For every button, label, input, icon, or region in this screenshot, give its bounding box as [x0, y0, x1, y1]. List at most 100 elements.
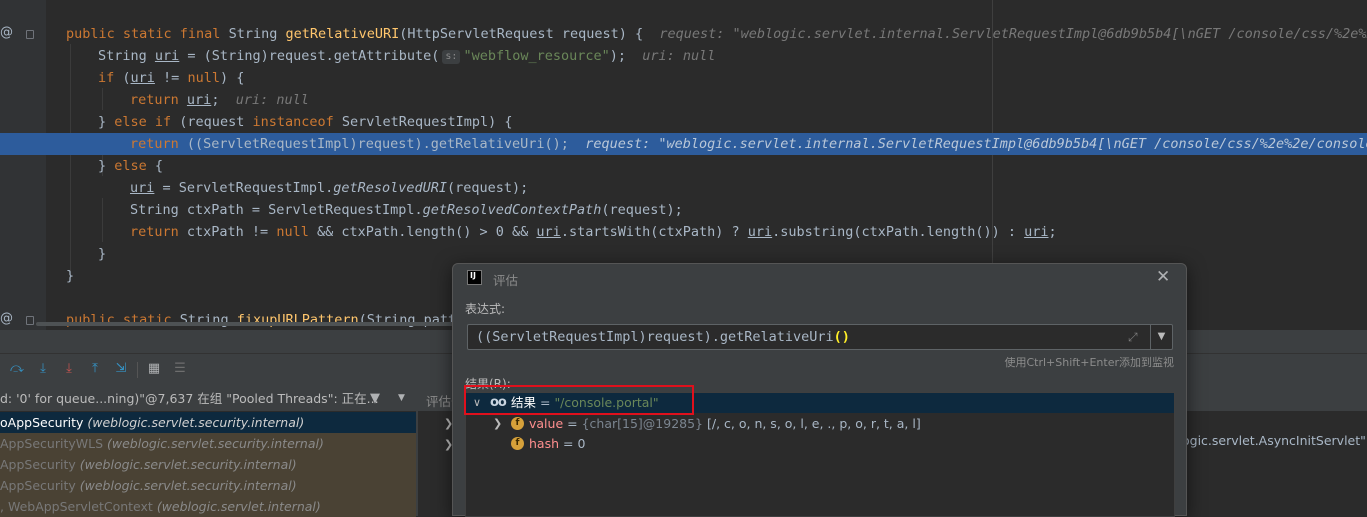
variable: uri — [130, 70, 155, 86]
step-into-icon[interactable]: ⤓ — [35, 361, 51, 377]
dialog-title: 评估 — [493, 273, 519, 288]
frame-method: AppSecurity — [0, 478, 76, 493]
expression-label: 表达式: — [465, 302, 506, 316]
code-text: ctxPath != — [178, 224, 277, 240]
code-text: ; — [1048, 224, 1057, 240]
result-tree: ∨ oo 结果 = "/console.portal" ❯ f value = … — [465, 392, 1175, 517]
step-out-icon[interactable]: ⤒ — [87, 361, 103, 377]
horizontal-scrollbar[interactable] — [36, 322, 456, 326]
expand-icon[interactable]: ⤢ — [1128, 330, 1138, 345]
inline-debug-value: uri: null — [235, 92, 309, 108]
code-line: } else if (request instanceof ServletReq… — [0, 111, 1367, 133]
step-over-icon[interactable]: ⤼ — [9, 361, 25, 377]
code-text: .substring(ctxPath.length()) : — [772, 224, 1025, 240]
frame-package: (weblogic.servlet.security.internal) — [87, 415, 305, 430]
code-text: (request); — [447, 180, 529, 196]
code-line: public static final String getRelativeUR… — [0, 23, 1367, 45]
chevron-down-icon[interactable]: ∨ — [473, 393, 481, 413]
code-text: String — [98, 48, 155, 64]
result-label: 结果(R): — [465, 377, 511, 391]
keyword: null — [276, 224, 309, 240]
current-execution-line: return ((ServletRequestImpl)request).get… — [0, 133, 1367, 155]
frame-package: (weblogic.servlet.security.internal) — [79, 478, 297, 493]
code-text: } — [66, 268, 75, 284]
keyword: instanceof — [252, 114, 334, 130]
code-text: (request — [171, 114, 253, 130]
toolbar-separator — [137, 362, 138, 378]
result-root-row[interactable]: ∨ oo 结果 = "/console.portal" — [466, 393, 1174, 413]
code-text: ServletRequestImpl) { — [333, 114, 513, 130]
code-line: } else { — [0, 155, 1367, 177]
frame-method: AppSecurityWLS — [0, 436, 104, 451]
code-line: uri = ServletRequestImpl.getResolvedURI(… — [0, 177, 1367, 199]
parameter-hint: s: — [442, 50, 461, 64]
code-text: (request); — [601, 202, 683, 218]
chevron-right-icon[interactable]: ❯ — [493, 414, 502, 434]
object-id: {char[15]@19285} — [581, 416, 704, 431]
code-text: (HttpServletRequest request) { — [399, 26, 644, 42]
tree-row[interactable]: f hash = 0 — [466, 434, 1174, 454]
close-icon[interactable]: ✕ — [1156, 267, 1170, 287]
code-text: = (String)request.getAttribute( — [179, 48, 440, 64]
keyword: if — [98, 70, 115, 86]
list-item[interactable]: , WebAppServletContext (weblogic.servlet… — [0, 496, 416, 517]
thread-selector[interactable]: d: '0' for queue...ning)"@7,637 在组 "Pool… — [0, 386, 416, 412]
list-item[interactable]: oAppSecurity (weblogic.servlet.security.… — [0, 412, 416, 433]
frames-list: oAppSecurity (weblogic.servlet.security.… — [0, 412, 416, 517]
watch-glasses-icon: oo — [490, 395, 507, 410]
frame-method: , WebAppServletContext — [0, 499, 153, 514]
run-to-cursor-icon[interactable]: ⇲ — [113, 361, 129, 377]
string-literal: "webflow_resource" — [463, 48, 610, 64]
keyword: else if — [114, 114, 172, 130]
list-item[interactable]: AppSecurityWLS (weblogic.servlet.securit… — [0, 433, 416, 454]
frame-package: (weblogic.servlet.security.internal) — [79, 457, 297, 472]
field-icon: f — [511, 437, 524, 450]
code-text: } — [98, 246, 107, 262]
static-method: getResolvedURI — [333, 180, 447, 196]
variable: uri — [130, 180, 155, 196]
list-item[interactable]: AppSecurity (weblogic.servlet.security.i… — [0, 454, 416, 475]
field-value: [/, c, o, n, s, o, l, e, ., p, o, r, t, … — [703, 416, 921, 431]
code-text: ( — [114, 70, 131, 86]
code-text: ); — [609, 48, 627, 64]
force-step-into-icon[interactable]: ⤓ — [61, 361, 77, 377]
tree-row[interactable]: ❯ f value = {char[15]@19285} [/, c, o, n… — [466, 414, 1174, 434]
expression-input[interactable]: ((ServletRequestImpl)request).getRelativ… — [467, 324, 1173, 350]
field-value: 0 — [577, 436, 586, 451]
add-watch-hint: 使用Ctrl+Shift+Enter添加到监视 — [1004, 356, 1174, 369]
variable: uri — [186, 92, 212, 108]
history-dropdown-button[interactable]: ▼ — [1150, 325, 1172, 349]
variable: uri — [154, 48, 180, 64]
list-item[interactable]: AppSecurity (weblogic.servlet.security.i… — [0, 475, 416, 496]
equals-sign: = — [563, 416, 582, 431]
inline-debug-value: request: "weblogic.servlet.internal.Serv… — [659, 26, 1367, 42]
field-icon: f — [511, 417, 524, 430]
code-line: return uri; uri: null — [0, 89, 1367, 111]
keyword: public static final — [66, 26, 221, 42]
dialog-titlebar[interactable]: IJ 评估 ✕ — [453, 264, 1186, 292]
code-text: String — [220, 26, 286, 42]
code-line: if (uri != null) { — [0, 67, 1367, 89]
variable: uri — [536, 224, 561, 240]
thread-label: d: '0' for queue...ning)"@7,637 在组 "Pool… — [0, 391, 379, 406]
code-text: } — [98, 158, 115, 174]
variable: uri — [1024, 224, 1049, 240]
keyword: return — [130, 136, 179, 152]
trace-stream-icon[interactable]: ☰ — [172, 361, 188, 377]
evaluate-expression-icon[interactable]: ▦ — [146, 361, 162, 377]
equals-sign: = — [536, 395, 555, 410]
filter-icon[interactable]: ▼ — [370, 391, 380, 406]
code-line: String ctxPath = ServletRequestImpl.getR… — [0, 199, 1367, 221]
keyword: return — [130, 224, 179, 240]
chevron-down-icon[interactable]: ▼ — [398, 393, 405, 403]
code-line: return ctxPath != null && ctxPath.length… — [0, 221, 1367, 243]
code-line: String uri = (String)request.getAttribut… — [0, 45, 1367, 67]
code-text: != — [154, 70, 188, 86]
static-method: getResolvedContextPath — [422, 202, 602, 218]
variable: uri — [747, 224, 773, 240]
matched-parens: () — [833, 329, 850, 345]
keyword: else — [114, 158, 147, 174]
code-text: ) { — [219, 70, 245, 86]
code-text: && ctxPath.length() > 0 && — [308, 224, 537, 240]
inline-debug-value: request: "weblogic.servlet.internal.Serv… — [585, 136, 1367, 152]
